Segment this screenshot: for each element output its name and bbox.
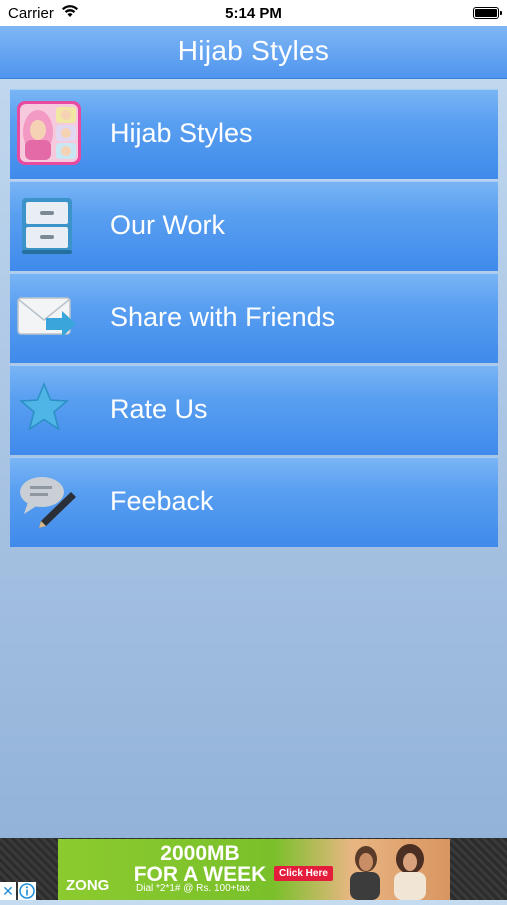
menu-item-label: Hijab Styles: [110, 118, 253, 148]
menu-list: Hijab Styles Our Work Share with Friends: [10, 89, 498, 549]
ad-banner[interactable]: 2000MB FOR A WEEK ZONG Dial *2*1# @ Rs. …: [0, 838, 507, 900]
status-bar: Carrier 5:14 PM: [0, 0, 507, 26]
speech-bubble-pen-icon: [16, 468, 82, 534]
cabinet-icon: [16, 192, 82, 258]
star-icon: [16, 376, 82, 442]
page-title: Hijab Styles: [177, 35, 330, 66]
menu-item-feedback[interactable]: Feeback: [10, 457, 498, 547]
menu-item-our-work[interactable]: Our Work: [10, 181, 498, 271]
menu-item-label: Share with Friends: [110, 302, 336, 332]
ad-creative[interactable]: 2000MB FOR A WEEK ZONG Dial *2*1# @ Rs. …: [58, 839, 450, 900]
ad-brand: ZONG: [66, 877, 110, 894]
menu-item-label: Rate Us: [110, 394, 208, 424]
battery-icon: [473, 7, 502, 19]
menu-item-rate-us[interactable]: Rate Us: [10, 365, 498, 455]
envelope-share-icon: [16, 284, 82, 350]
ad-offer-text: Dial *2*1# @ Rs. 100+tax: [136, 883, 250, 894]
hijab-app-icon: [16, 100, 82, 166]
ad-headline: 2000MB FOR A WEEK: [133, 842, 267, 886]
menu-item-label: Feeback: [110, 486, 214, 516]
ad-click-here-button[interactable]: Click Here: [274, 866, 333, 881]
ad-close-icon[interactable]: ✕: [0, 882, 16, 900]
menu-item-share-with-friends[interactable]: Share with Friends: [10, 273, 498, 363]
ad-people-image: [326, 839, 450, 900]
navigation-bar: Hijab Styles: [0, 26, 507, 79]
menu-item-label: Our Work: [110, 210, 226, 240]
menu-item-hijab-styles[interactable]: Hijab Styles: [10, 89, 498, 179]
ad-info-icon[interactable]: [18, 882, 36, 900]
status-time: 5:14 PM: [225, 5, 282, 22]
